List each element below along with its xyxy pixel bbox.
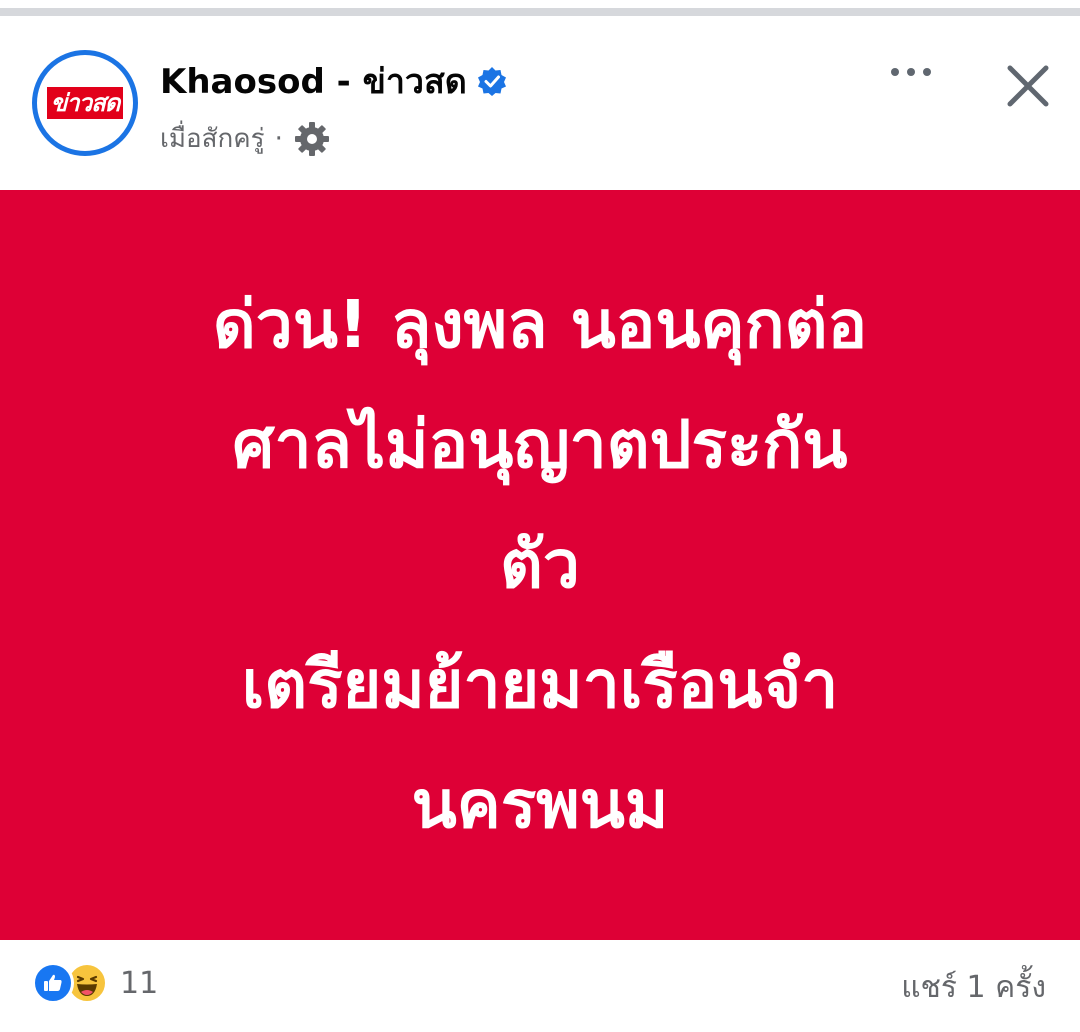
reaction-count: 11 xyxy=(120,965,159,1001)
share-count[interactable]: แชร์ 1 ครั้ง xyxy=(901,964,1046,1011)
close-icon[interactable] xyxy=(1000,58,1056,114)
page-name-row: Khaosod - ข่าวสด xyxy=(160,54,507,108)
headline-line-5: นครพนม xyxy=(411,766,669,843)
dot xyxy=(891,68,899,76)
post-image-banner[interactable]: ด่วน! ลุงพล นอนคุกต่อ ศาลไม่อนุญาตประกัน… xyxy=(0,190,1080,940)
more-options-icon[interactable] xyxy=(880,54,942,90)
post-meta: เมื่อสักครู่ · xyxy=(160,118,331,159)
headline-line-4: เตรียมย้ายมาเรือนจำ xyxy=(241,646,839,723)
logo-text: ข่าวสด xyxy=(46,87,124,119)
verified-badge-icon xyxy=(477,66,507,96)
like-reaction-icon xyxy=(32,962,74,1004)
page-name[interactable]: Khaosod - ข่าวสด xyxy=(160,54,467,108)
meta-separator: · xyxy=(274,123,283,154)
headline-line-1: ด่วน! ลุงพล นอนคุกต่อ xyxy=(212,286,868,363)
dot xyxy=(907,68,915,76)
page-logo: ข่าวสด xyxy=(43,61,127,145)
post-footer: 11 แชร์ 1 ครั้ง xyxy=(0,940,1080,1032)
headline-line-2: ศาลไม่อนุญาตประกัน xyxy=(232,406,848,483)
post-header: ข่าวสด Khaosod - ข่าวสด เมื่อสักครู่ · xyxy=(0,18,1080,190)
headline-line-3: ตัว xyxy=(500,526,580,603)
privacy-gear-icon[interactable] xyxy=(293,120,331,158)
page-avatar[interactable]: ข่าวสด xyxy=(32,50,138,156)
post-timestamp[interactable]: เมื่อสักครู่ xyxy=(160,118,265,159)
top-divider xyxy=(0,0,1080,18)
reaction-summary[interactable]: 11 xyxy=(32,962,158,1004)
dot xyxy=(923,68,931,76)
